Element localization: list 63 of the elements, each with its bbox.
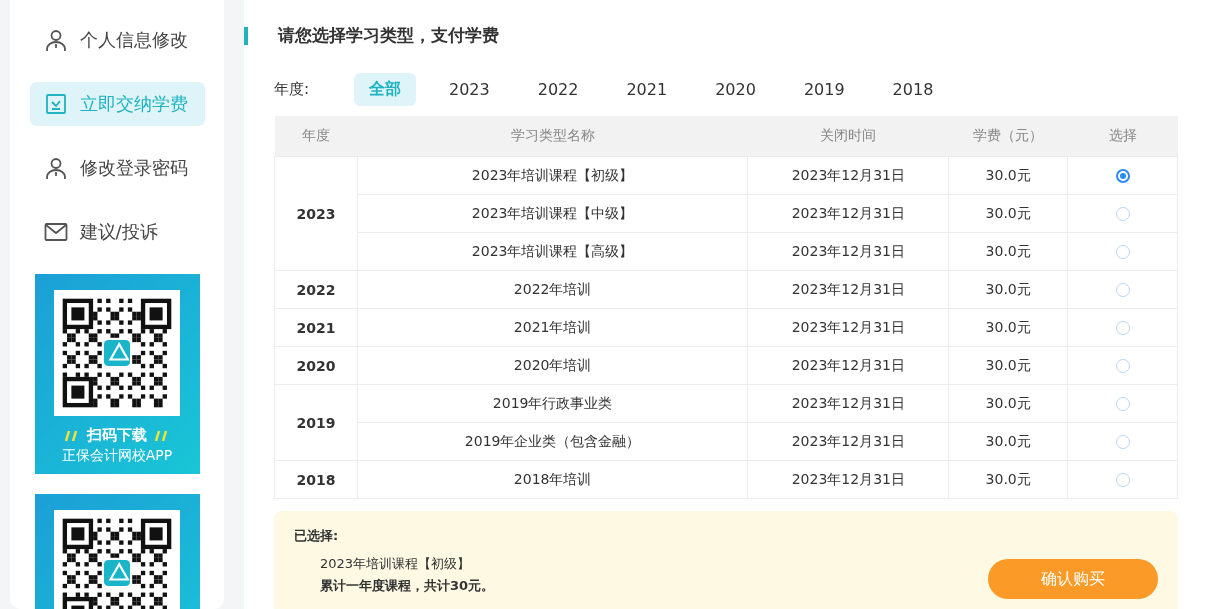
column-header: 学习类型名称 (357, 116, 748, 157)
sidebar-item[interactable]: 修改登录密码 (29, 146, 205, 190)
column-header: 关闭时间 (747, 116, 949, 157)
course-name-cell: 2019年行政事业类 (357, 384, 748, 423)
close-date-cell: 2023年12月31日 (747, 460, 949, 499)
close-date-cell: 2023年12月31日 (747, 270, 949, 309)
filter-label: 年度: (274, 80, 311, 99)
checklist-icon (43, 92, 68, 116)
column-header: 选择 (1067, 116, 1178, 157)
year-cell: 2018 (274, 460, 358, 499)
fee-cell: 30.0元 (948, 194, 1068, 233)
fee-cell: 30.0元 (948, 232, 1068, 271)
qr-code-icon (54, 290, 180, 416)
fee-cell: 30.0元 (948, 308, 1068, 347)
mail-icon (43, 220, 68, 244)
slash-icon (155, 429, 169, 442)
course-name-cell: 2023年培训课程【中级】 (357, 194, 748, 233)
course-name-cell: 2023年培训课程【高级】 (357, 232, 748, 271)
course-name-cell: 2023年培训课程【初级】 (357, 156, 748, 195)
close-date-cell: 2023年12月31日 (747, 384, 949, 423)
year-filter-tab[interactable]: 2023 (434, 74, 505, 105)
year-cell: 2019 (274, 384, 358, 461)
year-cell: 2023 (274, 156, 358, 271)
year-filter-tab[interactable]: 2019 (788, 74, 860, 105)
radio-button[interactable] (1115, 168, 1130, 183)
slash-icon (65, 429, 79, 442)
banner-title: 扫码下载 (65, 426, 169, 445)
year-cell: 2022 (274, 270, 358, 309)
sidebar-item[interactable]: 建议/投诉 (29, 210, 205, 254)
close-date-cell: 2023年12月31日 (747, 422, 949, 461)
course-name-cell: 2021年培训 (357, 308, 748, 347)
sidebar-item[interactable]: 个人信息修改 (29, 18, 205, 62)
qr-code-icon (54, 510, 180, 609)
banner-subtitle: 正保会计网校APP (61, 447, 173, 465)
fee-cell: 30.0元 (948, 270, 1068, 309)
close-date-cell: 2023年12月31日 (747, 232, 949, 271)
fee-cell: 30.0元 (948, 156, 1068, 195)
year-filter-tab[interactable]: 2022 (522, 74, 594, 105)
summary-label: 已选择: (294, 527, 340, 545)
column-header: 学费（元） (948, 116, 1068, 157)
year-cell: 2021 (274, 308, 358, 347)
person-icon (43, 156, 68, 180)
close-date-cell: 2023年12月31日 (747, 194, 949, 233)
close-date-cell: 2023年12月31日 (747, 308, 949, 347)
fee-cell: 30.0元 (948, 460, 1068, 499)
course-name-cell: 2018年培训 (357, 460, 748, 499)
column-header: 年度 (274, 116, 358, 157)
course-name-cell: 2022年培训 (357, 270, 748, 309)
selected-course-text: 2023年培训课程【初级】 (319, 555, 472, 573)
year-cell: 2020 (274, 346, 358, 385)
page-title: 请您选择学习类型，支付学费 (278, 24, 499, 47)
year-filter-tab[interactable]: 2020 (700, 74, 771, 105)
total-text: 累计一年度课程，共计30元。 (319, 577, 495, 595)
close-date-cell: 2023年12月31日 (747, 156, 949, 195)
year-filter-tab[interactable]: 2018 (877, 74, 949, 105)
course-name-cell: 2019年企业类（包含金融） (357, 422, 748, 461)
fee-cell: 30.0元 (948, 384, 1068, 423)
close-date-cell: 2023年12月31日 (747, 346, 949, 385)
course-name-cell: 2020年培训 (357, 346, 748, 385)
person-icon (43, 28, 68, 52)
fee-cell: 30.0元 (948, 346, 1068, 385)
fee-cell: 30.0元 (948, 422, 1068, 461)
year-filter-tab[interactable]: 2021 (611, 74, 683, 105)
